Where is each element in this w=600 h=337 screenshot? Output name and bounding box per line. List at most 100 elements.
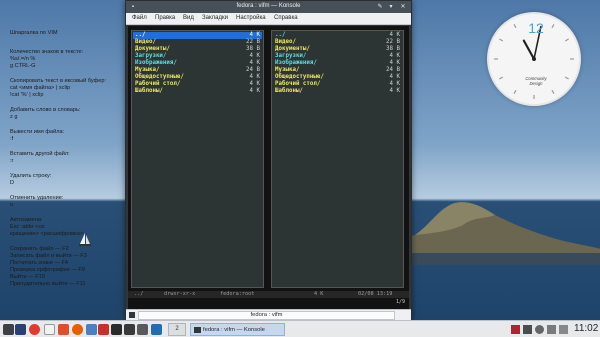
terminal-icon[interactable] <box>111 324 122 335</box>
monitor-icon[interactable] <box>137 324 148 335</box>
note-item: Отменить удаление: u <box>10 195 64 208</box>
menu-bookmarks[interactable]: Закладки <box>202 15 228 21</box>
file-row[interactable]: Документы/38 B <box>133 46 262 53</box>
file-row[interactable]: Документы/38 B <box>273 46 402 53</box>
file-size: 38 B <box>246 46 260 52</box>
left-file-pane[interactable]: ../4 K Видео/22 B Документы/38 B Загрузки/4… <box>131 30 264 288</box>
file-size: 4 K <box>389 74 400 80</box>
file-size: 4 K <box>249 32 260 38</box>
right-file-pane[interactable]: ../4 K Видео/22 B Документы/38 B Загрузки/4… <box>271 30 404 288</box>
virtual-desktop-pager[interactable]: 2 <box>168 323 186 336</box>
tab-bar: fedora : vifm <box>126 309 411 320</box>
tray-expand-icon[interactable] <box>559 325 568 334</box>
file-row[interactable]: Шаблоны/4 K <box>273 88 402 95</box>
gmail-icon[interactable] <box>58 324 69 335</box>
file-manager-icon[interactable] <box>86 324 97 335</box>
keyboard-layout-icon[interactable] <box>511 325 520 334</box>
terminal-tab-icon[interactable] <box>129 312 135 318</box>
file-row[interactable]: Загрузки/4 K <box>133 53 262 60</box>
pin-icon[interactable]: ✎ <box>376 3 384 11</box>
file-row[interactable]: Загрузки/4 K <box>273 53 402 60</box>
file-row[interactable]: Изображения/4 K <box>273 60 402 67</box>
clock-tick <box>551 89 555 94</box>
window-titlebar[interactable]: ▪ fedora : vifm — Konsole ✎ ▾ ✕ <box>126 1 411 13</box>
terminal-area[interactable]: ../4 K Видео/22 B Документы/38 B Загрузки/4… <box>128 26 409 309</box>
file-row[interactable]: Видео/22 B <box>133 39 262 46</box>
volume-icon[interactable] <box>547 325 556 334</box>
window-title: fedora : vifm — Konsole <box>236 3 301 9</box>
file-name: Видео/ <box>135 39 156 45</box>
file-size: 4 K <box>249 81 260 87</box>
menu-edit[interactable]: Правка <box>155 15 175 21</box>
taskbar-clock[interactable]: 11:02 <box>574 323 598 334</box>
minimize-icon[interactable]: ▾ <box>387 3 395 11</box>
file-row[interactable]: Общедоступные/4 K <box>133 74 262 81</box>
note-item: Скопировать текст в иксовый буфер: cat <… <box>10 78 106 98</box>
file-row[interactable]: Музыка/24 B <box>133 67 262 74</box>
file-size: 4 K <box>389 81 400 87</box>
file-name: Изображения/ <box>135 60 177 66</box>
clock-tick <box>564 38 569 42</box>
clock-tick <box>499 76 504 80</box>
konsole-window[interactable]: ▪ fedora : vifm — Konsole ✎ ▾ ✕ Файл Пра… <box>125 0 412 320</box>
clipboard-icon[interactable] <box>523 325 532 334</box>
file-name: Загрузки/ <box>275 53 307 59</box>
status-permissions: drwxr-xr-x <box>164 291 196 297</box>
file-name: Изображения/ <box>275 60 317 66</box>
file-row[interactable]: Общедоступные/4 K <box>273 74 402 81</box>
analog-clock-widget[interactable]: 12 Community Design <box>487 12 581 106</box>
menu-settings[interactable]: Настройка <box>236 15 266 21</box>
file-row[interactable]: Рабочий стол/4 K <box>273 81 402 88</box>
media-player-icon[interactable] <box>124 324 135 335</box>
note-item: Количество знаков в тексте: %s/.=/n % g … <box>10 49 84 69</box>
settings-icon[interactable] <box>44 324 55 335</box>
file-name: Рабочий стол/ <box>275 81 321 87</box>
file-row[interactable]: ../ 4 K <box>133 32 262 39</box>
task-konsole[interactable]: fedora : vifm — Konsole <box>190 323 285 336</box>
file-size: 24 B <box>246 67 260 73</box>
file-position: 1/9 <box>395 299 405 305</box>
file-row[interactable]: Рабочий стол/4 K <box>133 81 262 88</box>
file-name: Музыка/ <box>275 67 300 73</box>
file-name: Общедоступные/ <box>135 74 184 80</box>
menu-view[interactable]: Вид <box>183 15 194 21</box>
network-icon[interactable] <box>535 325 544 334</box>
file-size: 4 K <box>249 88 260 94</box>
tab-fedora-vifm[interactable]: fedora : vifm <box>138 311 395 320</box>
opera-browser-icon[interactable] <box>29 324 40 335</box>
file-name: Шаблоны/ <box>275 88 303 94</box>
file-row[interactable]: Видео/22 B <box>273 39 402 46</box>
file-size: 4 K <box>249 53 260 59</box>
file-size: 4 K <box>389 53 400 59</box>
file-row[interactable]: Шаблоны/4 K <box>133 88 262 95</box>
file-name: Видео/ <box>275 39 296 45</box>
menu-file[interactable]: Файл <box>132 15 147 21</box>
file-row[interactable]: Изображения/4 K <box>133 60 262 67</box>
menu-help[interactable]: Справка <box>274 15 298 21</box>
task-label: fedora : vifm — Konsole <box>203 327 265 333</box>
file-size: 22 B <box>246 39 260 45</box>
konsole-icon <box>194 327 201 333</box>
fedora-icon[interactable] <box>15 324 26 335</box>
file-name: Загрузки/ <box>135 53 167 59</box>
clock-brand-label: Community Design <box>525 76 547 86</box>
application-launcher-icon[interactable] <box>3 324 14 335</box>
clock-tick <box>499 38 504 42</box>
status-datetime: 02/08 13:19 <box>358 291 393 297</box>
file-name: Документы/ <box>135 46 170 52</box>
document-viewer-icon[interactable] <box>98 324 109 335</box>
close-icon[interactable]: ✕ <box>399 3 407 11</box>
status-path: ../ <box>134 291 144 297</box>
clock-twelve-label: 12 <box>528 20 544 36</box>
file-row[interactable]: Музыка/24 B <box>273 67 402 74</box>
file-row[interactable]: ../ 4 K <box>273 32 402 39</box>
file-size: 4 K <box>249 74 260 80</box>
firefox-icon[interactable] <box>72 324 83 335</box>
status-bar: ../ drwxr-xr-x fedora:root 4 K 02/08 13:… <box>128 291 409 298</box>
clock-tick <box>513 24 517 29</box>
menu-bar: Файл Правка Вид Закладки Настройка Справ… <box>126 13 411 25</box>
file-name: ../ <box>275 32 286 38</box>
text-editor-icon[interactable] <box>151 324 162 335</box>
note-item: Вставить другой файл: :r <box>10 151 70 164</box>
taskbar: 2 fedora : vifm — Konsole 11:02 <box>0 320 600 337</box>
